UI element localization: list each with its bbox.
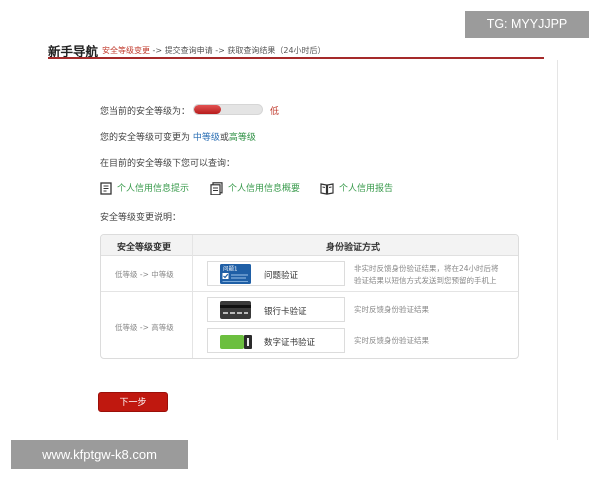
current-level-label: 您当前的安全等级为： [100, 107, 191, 117]
link-credit-summary[interactable]: 个人信用信息概要 [228, 181, 300, 194]
breadcrumb-step: 提交查询申请 [164, 46, 213, 55]
col-header-level-change: 安全等级变更 [117, 243, 172, 253]
row-divider [101, 291, 518, 292]
security-level-value: 低 [270, 107, 280, 117]
breadcrumb-step-current: 安全等级变更 [102, 46, 150, 55]
doc-stack-icon [210, 180, 223, 199]
query-intro: 在目前的安全等级下您可以查询： [100, 159, 236, 169]
row2-desc-certificate: 实时反馈身份验证结果 [354, 336, 429, 345]
change-desc-title: 安全等级变更说明： [100, 213, 182, 223]
watermark-top: TG: MYYJJPP [465, 11, 589, 38]
question-verify-option[interactable]: 问题1 问题验证 [207, 261, 345, 286]
security-level-fill [194, 105, 222, 114]
right-divider [557, 60, 558, 440]
breadcrumb-sep: -> [150, 46, 165, 55]
watermark-bottom: www.kfptgw-k8.com [11, 440, 188, 469]
question-card-label: 问题1 [223, 265, 238, 273]
high-level-text: 高等级 [228, 133, 256, 143]
next-step-button[interactable]: 下一步 [98, 392, 168, 412]
change-to-or: 或 [219, 133, 229, 143]
change-to-prefix: 您的安全等级可变更为 [100, 133, 193, 143]
row1-level-change: 低等级 -> 中等级 [115, 270, 174, 279]
bank-card-icon [220, 301, 251, 323]
certificate-verify-label: 数字证书验证 [264, 338, 316, 348]
row1-desc-line2: 验证结果以短信方式发送到您预留的手机上 [354, 276, 497, 285]
certificate-verify-option[interactable]: 数字证书验证 [207, 328, 345, 353]
link-credit-tips[interactable]: 个人信用信息提示 [117, 181, 189, 194]
usb-key-icon [220, 334, 252, 353]
question-card-icon: 问题1 [220, 264, 251, 288]
question-verify-label: 问题验证 [264, 271, 299, 281]
change-to-text: 您的安全等级可变更为 中等级或高等级 [100, 130, 256, 143]
row1-desc-line1: 非实时反馈身份验证结果，将在24小时后将 [354, 264, 499, 273]
col-divider [192, 235, 193, 358]
security-level-bar [193, 104, 263, 115]
mid-level-text: 中等级 [192, 133, 220, 143]
doc-icon [100, 180, 112, 199]
row2-desc-bankcard: 实时反馈身份验证结果 [354, 305, 429, 314]
bankcard-verify-option[interactable]: 银行卡验证 [207, 297, 345, 322]
breadcrumb-sep: -> [212, 46, 228, 55]
book-icon [320, 180, 334, 199]
verification-table: 安全等级变更 身份验证方式 低等级 -> 中等级 问题1 问题验证 非实时反馈身… [100, 234, 519, 359]
row2-level-change: 低等级 -> 高等级 [115, 323, 174, 332]
breadcrumb: 安全等级变更 -> 提交查询申请 -> 获取查询结果（24小时后） [102, 45, 326, 56]
link-credit-report[interactable]: 个人信用报告 [339, 181, 393, 194]
breadcrumb-step: 获取查询结果（24小时后） [227, 46, 326, 55]
bankcard-verify-label: 银行卡验证 [264, 307, 307, 317]
header-divider [48, 57, 544, 59]
col-header-verify-method: 身份验证方式 [326, 243, 381, 253]
